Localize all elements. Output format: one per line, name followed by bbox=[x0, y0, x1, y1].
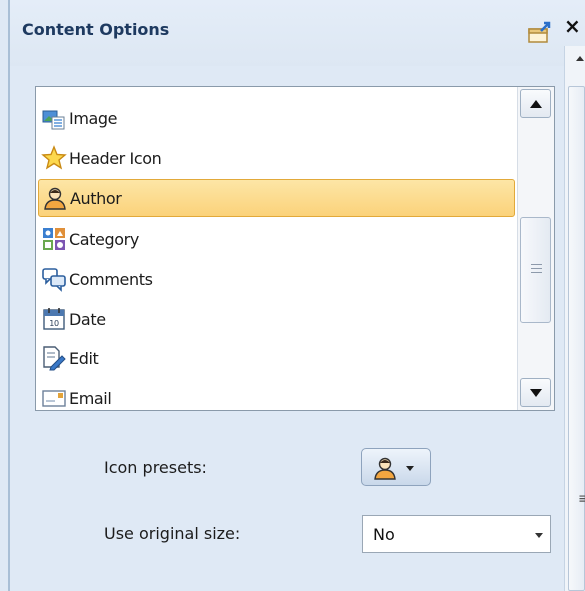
icon-presets-label: Icon presets: bbox=[104, 458, 207, 477]
email-icon bbox=[42, 390, 66, 407]
list-scrollbar[interactable] bbox=[517, 87, 554, 410]
content-options-panel: Content Options × ≡ Image Header Icon Au… bbox=[0, 0, 585, 591]
chevron-down-icon[interactable] bbox=[535, 533, 543, 538]
panel-title: Content Options bbox=[22, 20, 170, 39]
list-item-label: Author bbox=[70, 188, 122, 208]
list-item-comments[interactable]: Comments bbox=[38, 260, 515, 298]
panel-scrollbar-thumb[interactable] bbox=[568, 86, 585, 591]
list-item-edit[interactable]: Edit bbox=[38, 339, 515, 377]
list-item-label: Header Icon bbox=[69, 148, 162, 168]
list-item-label: Comments bbox=[69, 269, 153, 289]
calendar-icon: 10 bbox=[43, 308, 65, 330]
author-icon bbox=[44, 187, 66, 210]
list-item-date[interactable]: 10 Date bbox=[38, 300, 515, 338]
list-scroll-down-button[interactable] bbox=[520, 378, 551, 407]
list-item-label: Date bbox=[69, 309, 106, 329]
list-item-label: Category bbox=[69, 229, 139, 249]
list-item-author[interactable]: Author bbox=[38, 179, 515, 217]
category-icon bbox=[43, 228, 65, 250]
list-scroll-up-button[interactable] bbox=[520, 89, 551, 118]
list-item-image[interactable]: Image bbox=[38, 99, 515, 137]
list-scrollbar-thumb[interactable] bbox=[520, 217, 551, 323]
list-item-email[interactable]: Email bbox=[38, 379, 515, 410]
author-icon bbox=[374, 457, 396, 480]
panel-scrollbar-grip-icon: ≡ bbox=[578, 491, 585, 507]
chevron-down-icon bbox=[406, 466, 414, 471]
image-icon bbox=[42, 110, 65, 130]
comments-icon bbox=[42, 268, 66, 292]
list-item-header-icon[interactable]: Header Icon bbox=[38, 139, 515, 177]
use-original-size-value: No bbox=[373, 525, 395, 544]
list-item-label: Edit bbox=[69, 348, 99, 368]
svg-text:10: 10 bbox=[49, 319, 59, 328]
scrollbar-grip-icon bbox=[531, 264, 542, 273]
panel-scroll-up-icon[interactable] bbox=[576, 56, 584, 61]
content-options-list[interactable]: Image Header Icon Author Category Commen… bbox=[35, 86, 555, 411]
dock-pin-icon[interactable] bbox=[527, 20, 555, 46]
edit-icon bbox=[43, 346, 66, 371]
panel-left-border bbox=[8, 0, 10, 591]
list-item-label: Image bbox=[69, 108, 118, 128]
icon-presets-button[interactable] bbox=[361, 448, 431, 486]
list-item-category[interactable]: Category bbox=[38, 220, 515, 258]
use-original-size-select[interactable]: No bbox=[362, 515, 551, 553]
use-original-size-label: Use original size: bbox=[104, 524, 241, 543]
close-icon[interactable]: × bbox=[564, 14, 581, 38]
chevron-down-icon bbox=[530, 389, 542, 397]
list-item-label: Email bbox=[69, 388, 112, 408]
chevron-up-icon bbox=[530, 100, 542, 108]
star-icon bbox=[41, 145, 67, 170]
